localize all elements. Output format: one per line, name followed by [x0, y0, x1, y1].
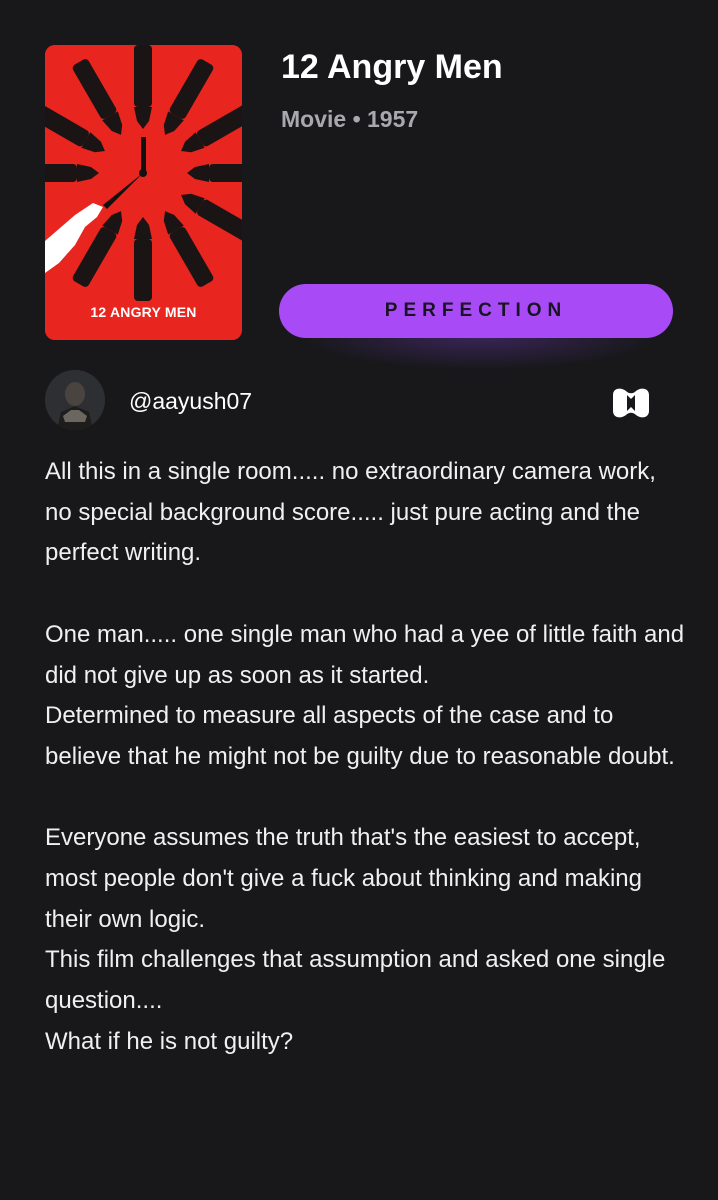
rating-badge[interactable]: PERFECTION — [279, 284, 673, 338]
movie-poster[interactable]: 12 ANGRY MEN — [45, 45, 242, 340]
movie-meta: Movie • 1957 — [281, 106, 419, 132]
review-text: All this in a single room..... no extrao… — [45, 452, 685, 1063]
author-username[interactable]: @aayush07 — [129, 386, 252, 416]
poster-illustration — [45, 45, 242, 340]
review-paragraph: Everyone assumes the truth that's the ea… — [45, 824, 666, 1055]
movie-title[interactable]: 12 Angry Men — [281, 46, 503, 88]
review-paragraph: One man..... one single man who had a ye… — [45, 620, 685, 770]
avatar[interactable] — [45, 370, 105, 430]
review-paragraph: All this in a single room..... no extrao… — [45, 458, 656, 567]
poster-title-text: 12 ANGRY MEN — [90, 304, 197, 320]
app-logo-icon — [610, 385, 652, 421]
avatar-image — [45, 370, 105, 430]
